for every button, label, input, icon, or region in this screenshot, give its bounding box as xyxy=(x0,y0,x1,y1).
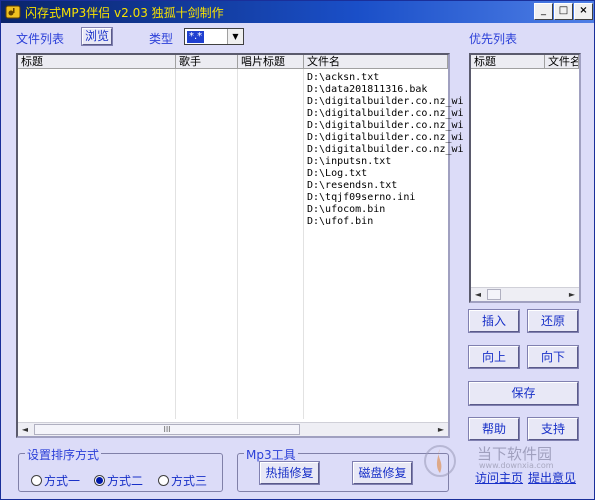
priority-header-filename[interactable]: 文件名 xyxy=(545,55,579,69)
column-header-album[interactable]: 唱片标题 xyxy=(238,55,304,69)
insert-button[interactable]: 插入 xyxy=(468,309,520,333)
restore-button[interactable]: 还原 xyxy=(527,309,579,333)
table-row[interactable]: D:\tqjf09serno.ini xyxy=(307,192,415,204)
table-row[interactable]: D:\ufof.bin xyxy=(307,216,373,228)
close-button[interactable]: × xyxy=(574,3,593,20)
scroll-thumb[interactable] xyxy=(487,289,501,300)
window-title: 闪存式MP3伴侣 v2.03 独孤十剑制作 xyxy=(25,6,224,20)
column-header-title[interactable]: 标题 xyxy=(18,55,176,69)
table-row[interactable]: D:\resendsn.txt xyxy=(307,180,397,192)
hotswap-repair-button[interactable]: 热插修复 xyxy=(259,461,320,485)
chevron-down-icon[interactable]: ▼ xyxy=(227,29,243,44)
type-select-value: *.* xyxy=(187,31,205,43)
title-bar[interactable]: 闪存式MP3伴侣 v2.03 独孤十剑制作 _ □ × xyxy=(1,1,594,23)
type-select[interactable]: *.* ▼ xyxy=(184,28,244,45)
sort-option-2-label: 方式二 xyxy=(107,474,144,488)
sort-option-1[interactable]: 方式一 xyxy=(31,472,80,489)
table-row[interactable]: D:\digitalbuilder.co.nz_wi xyxy=(307,96,464,108)
feedback-link[interactable]: 提出意见 xyxy=(528,469,576,486)
radio-icon[interactable] xyxy=(158,475,169,486)
table-row[interactable]: D:\acksn.txt xyxy=(307,72,379,84)
table-row[interactable]: D:\inputsn.txt xyxy=(307,156,391,168)
table-row[interactable]: D:\digitalbuilder.co.nz_wi xyxy=(307,132,464,144)
file-list-label: 文件列表 xyxy=(16,32,65,46)
table-row[interactable]: D:\digitalbuilder.co.nz_wi xyxy=(307,120,464,132)
minimize-button[interactable]: _ xyxy=(534,3,553,20)
radio-icon[interactable] xyxy=(31,475,42,486)
move-up-button[interactable]: 向上 xyxy=(468,345,520,369)
priority-horizontal-scrollbar[interactable]: ◄ ► xyxy=(471,287,579,301)
type-label: 类型 xyxy=(149,32,174,46)
scroll-left-icon[interactable]: ◄ xyxy=(18,423,32,436)
column-divider xyxy=(237,69,238,419)
mp3-tools-title: Mp3工具 xyxy=(244,446,298,463)
column-divider xyxy=(175,69,176,419)
scroll-thumb[interactable]: III xyxy=(34,424,300,435)
save-button[interactable]: 保存 xyxy=(468,381,579,406)
file-list-table[interactable]: 标题 歌手 唱片标题 文件名 D:\acksn.txt D:\data20181… xyxy=(16,53,464,438)
radio-selected-icon[interactable] xyxy=(94,475,105,486)
support-button[interactable]: 支持 xyxy=(527,417,579,441)
sort-mode-title: 设置排序方式 xyxy=(25,446,102,463)
sort-option-3[interactable]: 方式三 xyxy=(158,472,207,489)
table-row[interactable]: D:\digitalbuilder.co.nz_wi xyxy=(307,144,464,156)
table-row[interactable]: D:\ufocom.bin xyxy=(307,204,385,216)
app-icon xyxy=(5,5,21,19)
table-row[interactable]: D:\digitalbuilder.co.nz_wi xyxy=(307,108,464,120)
visit-homepage-link[interactable]: 访问主页 xyxy=(475,469,523,486)
scroll-right-icon[interactable]: ► xyxy=(434,423,448,436)
priority-header-title[interactable]: 标题 xyxy=(471,55,545,69)
app-window: 闪存式MP3伴侣 v2.03 独孤十剑制作 _ □ × 文件列表 浏览 类型 *… xyxy=(0,0,595,500)
sort-mode-group: 设置排序方式 方式一 方式二 方式三 xyxy=(18,446,223,492)
sort-option-1-label: 方式一 xyxy=(44,474,81,488)
column-header-artist[interactable]: 歌手 xyxy=(176,55,238,69)
maximize-button[interactable]: □ xyxy=(554,3,573,20)
browse-button[interactable]: 浏览 xyxy=(81,27,113,46)
table-row[interactable]: D:\Log.txt xyxy=(307,168,367,180)
priority-list-table[interactable]: 标题 文件名 ◄ ► xyxy=(469,53,581,303)
scroll-left-icon[interactable]: ◄ xyxy=(471,288,485,301)
sort-option-2[interactable]: 方式二 xyxy=(94,472,143,489)
move-down-button[interactable]: 向下 xyxy=(527,345,579,369)
column-header-filename[interactable]: 文件名 xyxy=(304,55,448,69)
horizontal-scrollbar[interactable]: ◄ III ► xyxy=(18,422,448,436)
column-divider xyxy=(303,69,304,419)
disk-repair-button[interactable]: 磁盘修复 xyxy=(352,461,413,485)
priority-list-label: 优先列表 xyxy=(469,32,518,46)
table-row[interactable]: D:\data201811316.bak xyxy=(307,84,427,96)
mp3-tools-group: Mp3工具 热插修复 磁盘修复 xyxy=(237,446,449,492)
scroll-right-icon[interactable]: ► xyxy=(565,288,579,301)
watermark-logo-icon xyxy=(424,445,456,477)
sort-option-3-label: 方式三 xyxy=(171,474,208,488)
help-button[interactable]: 帮助 xyxy=(468,417,520,441)
